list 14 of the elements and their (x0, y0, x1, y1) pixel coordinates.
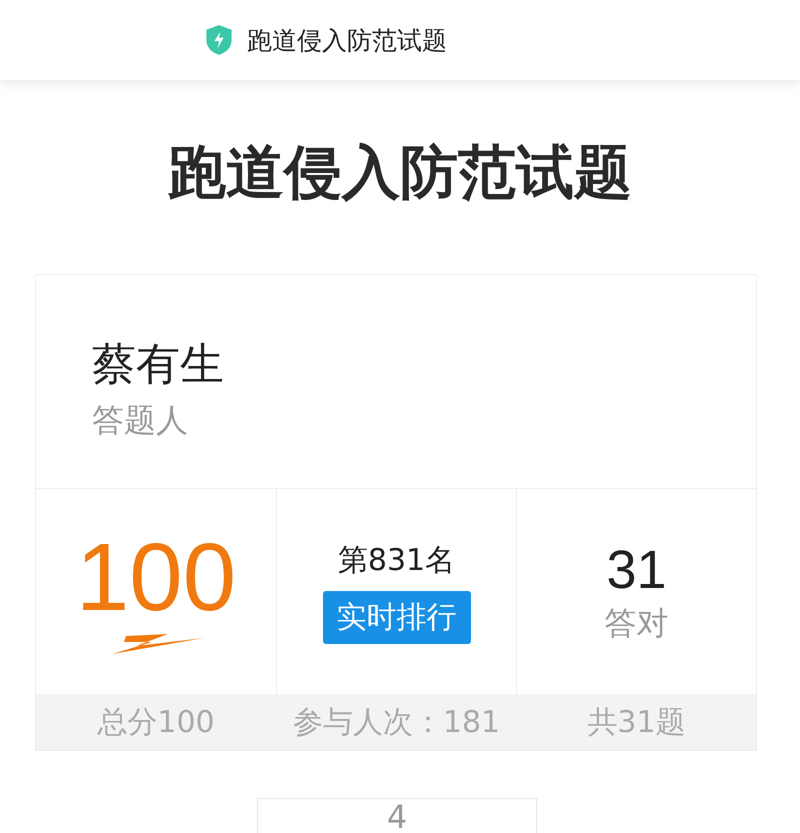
stat-footer: 参与人次：181 (277, 694, 516, 750)
respondent-label: 答题人 (92, 400, 189, 441)
shield-bolt-icon (205, 24, 233, 56)
score-value: 100 (76, 528, 236, 628)
stat-footer: 共31题 (517, 694, 756, 750)
respondent-name: 蔡有生 (92, 338, 225, 392)
correct-label: 答对 (604, 602, 668, 644)
question-number: 4 (386, 799, 408, 833)
header-title: 跑道侵入防范试题 (247, 24, 447, 56)
live-ranking-button[interactable]: 实时排行 (322, 591, 470, 644)
correct-count: 31 (606, 538, 667, 602)
page-title: 跑道侵入防范试题 (167, 137, 633, 208)
rank-text: 第831名 (338, 542, 456, 580)
stat-footer: 总分100 (36, 694, 276, 750)
